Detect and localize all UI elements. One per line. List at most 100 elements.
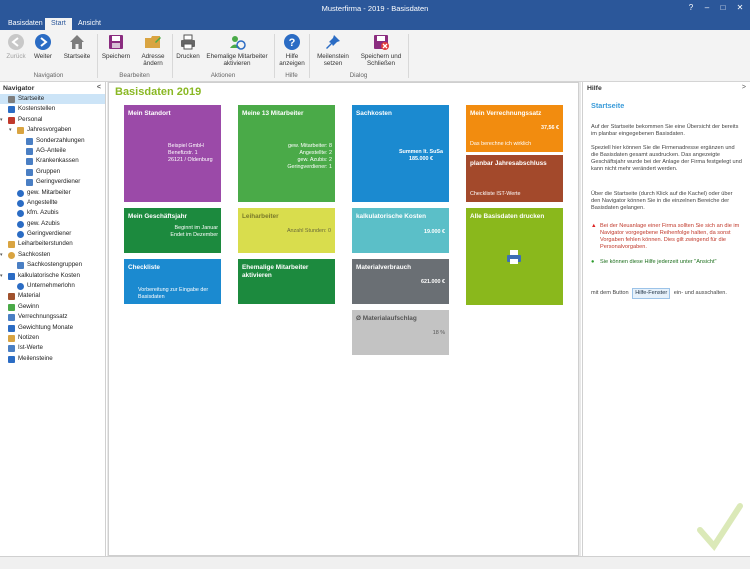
- navigator-item[interactable]: Sonderzahlungen: [0, 136, 105, 146]
- navigator-item-label: Unternehmerlohn: [27, 282, 75, 290]
- tile-body: Summen lt. SuSa 185.000 €: [399, 149, 443, 163]
- expand-toggle-icon[interactable]: ▾: [0, 115, 3, 125]
- printer-icon: [507, 250, 521, 264]
- navigator-item[interactable]: Kostenstellen: [0, 104, 105, 114]
- back-button[interactable]: Zurück: [3, 33, 29, 60]
- navigator-item[interactable]: ▾ Jahresvorgaben: [0, 125, 105, 135]
- navigator-item-label: Krankenkassen: [36, 157, 79, 165]
- help-paragraph: Speziell hier können Sie die Firmenadres…: [591, 145, 742, 172]
- expand-toggle-icon[interactable]: ▾: [0, 250, 3, 260]
- forward-button[interactable]: Weiter: [30, 33, 56, 60]
- clock-icon: [8, 241, 15, 249]
- tab-basisdaten[interactable]: Basisdaten: [2, 18, 49, 30]
- group-icon: [8, 116, 15, 124]
- navigator-item[interactable]: Ist-Werte: [0, 343, 105, 353]
- expand-toggle-icon[interactable]: ▾: [0, 271, 3, 281]
- help-window-button[interactable]: Hilfe-Fenster: [632, 288, 671, 299]
- tile-title: Leiharbeiter: [242, 213, 279, 220]
- navigator-item-label: Sachkostengruppen: [27, 261, 83, 269]
- help-question-button[interactable]: ?: [684, 2, 698, 14]
- tile-line: Summen lt. SuSa: [398, 149, 443, 155]
- navigator-item[interactable]: gew. Azubis: [0, 219, 105, 229]
- navigator-item[interactable]: Angestellte: [0, 198, 105, 208]
- group-label-aktionen: Aktionen: [210, 72, 236, 79]
- tile-ehemalige-mitarbeiter[interactable]: Ehemalige Mitarbeiter aktivieren: [238, 259, 335, 304]
- navigator-item[interactable]: ▾ kalkulatorische Kosten: [0, 271, 105, 281]
- tile-materialaufschlag[interactable]: Ø Materialaufschlag 18 %: [352, 310, 449, 355]
- doc-icon: [26, 168, 33, 176]
- navigator-pane: Navigator < Startseite Kostenstellen ▾ Pers…: [0, 82, 106, 556]
- expand-toggle-icon[interactable]: ▾: [9, 125, 12, 135]
- change-address-button[interactable]: Adresse ändern: [137, 33, 169, 67]
- tile-line: Beispiel GmbH: [168, 143, 204, 149]
- doc-icon: [26, 158, 33, 166]
- tile-leiharbeiter[interactable]: Leiharbeiter Anzahl Stunden: 0: [238, 208, 335, 253]
- tile-kalkulatorische-kosten[interactable]: kalkulatorische Kosten 19.000 €: [352, 208, 449, 253]
- help-paragraph: Auf der Startseite bekommen Sie eine Übe…: [591, 124, 739, 137]
- tile-materialverbrauch[interactable]: Materialverbrauch 621.000 €: [352, 259, 449, 304]
- activate-former-employees-button[interactable]: Ehemalige Mitarbeiter aktivieren: [203, 33, 271, 67]
- tile-verrechnungssatz[interactable]: Mein Verrechnungssatz 37,56 € Das berech…: [466, 105, 563, 152]
- navigator-item[interactable]: Sachkostengruppen: [0, 260, 105, 270]
- doc-icon: [26, 179, 33, 187]
- tile-value: 19.000 €: [424, 229, 445, 235]
- navigator-item[interactable]: Verrechnungssatz: [0, 312, 105, 322]
- collapse-help-button[interactable]: >: [742, 84, 746, 91]
- navigator-item[interactable]: Geringverdiener: [0, 229, 105, 239]
- doc-icon: [26, 137, 33, 145]
- tile-mein-standort[interactable]: Mein Standort Beispiel GmbH Benefizstr. …: [124, 105, 221, 202]
- tile-value: 18 %: [432, 330, 445, 336]
- navigator-item[interactable]: gew. Mitarbeiter: [0, 188, 105, 198]
- help-heading: Startseite: [591, 101, 625, 110]
- tile-mitarbeiter[interactable]: Meine 13 Mitarbeiter gew. Mitarbeiter: 8…: [238, 105, 335, 202]
- tile-line: 185.000 €: [408, 156, 433, 162]
- navigator-item[interactable]: Gruppen: [0, 167, 105, 177]
- navigator-item[interactable]: Notizen: [0, 333, 105, 343]
- group-label-navigation: Navigation: [33, 72, 64, 79]
- help-paragraph: Über die Startseite (durch Klick auf die…: [591, 191, 733, 211]
- tile-checkliste[interactable]: Checkliste Vorbereitung zur Eingabe der …: [124, 259, 221, 304]
- tab-ansicht[interactable]: Ansicht: [72, 18, 107, 30]
- navigator-item-label: Sachkosten: [18, 250, 51, 258]
- navigator-item[interactable]: Startseite: [0, 94, 105, 105]
- tile-title: planbar Jahresabschluss: [470, 160, 547, 167]
- tile-value: Anzahl Stunden: 0: [286, 228, 331, 234]
- save-button[interactable]: Speichern: [100, 33, 132, 60]
- maximize-button[interactable]: □: [716, 2, 730, 14]
- navigator-item[interactable]: Material: [0, 291, 105, 301]
- main-area: Basisdaten 2019 Mein Standort Beispiel G…: [107, 82, 581, 556]
- close-button[interactable]: ✕: [733, 2, 747, 14]
- tile-title: Ehemalige Mitarbeiter aktivieren: [242, 264, 309, 279]
- navigator-item[interactable]: Geringverdiener: [0, 177, 105, 187]
- navigator-item[interactable]: ▾ Sachkosten: [0, 250, 105, 260]
- navigator-item[interactable]: Unternehmerlohn: [0, 281, 105, 291]
- navigator-item[interactable]: Meilensteine: [0, 354, 105, 364]
- navigator-item-label: Personal: [18, 115, 43, 123]
- tile-alle-basisdaten-drucken[interactable]: Alle Basisdaten drucken: [466, 208, 563, 305]
- navigator-item[interactable]: AG-Anteile: [0, 146, 105, 156]
- print-button[interactable]: Drucken: [174, 33, 202, 60]
- show-help-button[interactable]: ? Hilfe anzeigen: [278, 33, 306, 67]
- navigator-item[interactable]: kfm. Azubis: [0, 208, 105, 218]
- save-and-close-button[interactable]: Speichern und Schließen: [357, 33, 405, 67]
- home-button[interactable]: Startseite: [62, 33, 92, 60]
- set-milestone-button[interactable]: Meilenstein setzen: [313, 33, 353, 67]
- doc-icon: [17, 262, 24, 270]
- navigator-item[interactable]: Leiharbeiterstunden: [0, 239, 105, 249]
- tab-start[interactable]: Start: [45, 18, 72, 30]
- tile-jahresabschluss[interactable]: planbar Jahresabschluss Checkliste IST-W…: [466, 155, 563, 202]
- navigator-item[interactable]: ▾ Personal: [0, 115, 105, 125]
- navigator-item-label: gew. Azubis: [27, 219, 60, 227]
- tile-line: Angestellte: 2: [299, 150, 332, 156]
- minimize-button[interactable]: –: [700, 2, 714, 14]
- tile-title: Mein Verrechnungssatz: [470, 110, 542, 117]
- navigator-item[interactable]: Krankenkassen: [0, 156, 105, 166]
- navigator-item[interactable]: Gewichtung Monate: [0, 323, 105, 333]
- navigator-item-label: kalkulatorische Kosten: [18, 271, 80, 279]
- tile-sachkosten[interactable]: Sachkosten Summen lt. SuSa 185.000 €: [352, 105, 449, 202]
- collapse-navigator-button[interactable]: <: [97, 84, 101, 91]
- navigator-item[interactable]: Gewinn: [0, 302, 105, 312]
- navigator-title: Navigator: [3, 85, 35, 92]
- ribbon-tabs: Basisdaten Start Ansicht: [0, 17, 750, 30]
- tile-geschaeftsjahr[interactable]: Mein Geschäftsjahr Beginnt im Januar End…: [124, 208, 221, 253]
